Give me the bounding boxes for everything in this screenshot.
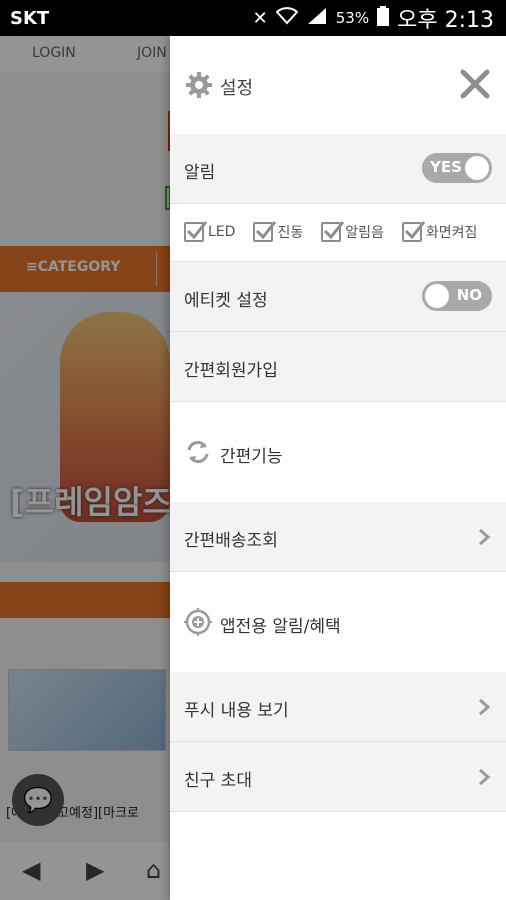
simple-features-title: 간편기능 xyxy=(220,447,283,467)
notification-row: 알림 YES xyxy=(170,134,506,204)
battery-icon xyxy=(377,5,390,31)
shipping-lookup-label: 간편배송조회 xyxy=(184,531,278,551)
sound-checkbox[interactable]: 알림음 xyxy=(321,221,384,242)
view-push-row[interactable]: 푸시 내용 보기 xyxy=(170,672,506,742)
checkbox-icon xyxy=(253,221,277,242)
signal-icon xyxy=(306,7,328,30)
status-bar: SKT ✕ 53% 오후 2:13 xyxy=(0,0,506,36)
toggle-knob xyxy=(465,156,489,180)
vibration-label: 진동 xyxy=(277,225,304,241)
drawer-header: 설정 xyxy=(170,36,506,134)
simple-signup-label: 간편회원가입 xyxy=(184,361,278,381)
battery-percent: 53% xyxy=(335,9,370,27)
led-label: LED xyxy=(208,224,236,240)
app-alerts-header: 앱전용 알림/혜택 xyxy=(170,572,506,672)
led-checkbox[interactable]: LED xyxy=(184,221,236,242)
simple-signup-row[interactable]: 간편회원가입 xyxy=(170,332,506,402)
checkbox-icon xyxy=(321,221,345,242)
gear-icon xyxy=(184,70,214,100)
invite-friends-label: 친구 초대 xyxy=(184,771,252,791)
target-plus-icon xyxy=(184,608,212,636)
toggle-yes-text: YES xyxy=(430,158,462,176)
notification-label: 알림 xyxy=(184,163,216,183)
shipping-lookup-row[interactable]: 간편배송조회 xyxy=(170,502,506,572)
mute-icon: ✕ xyxy=(252,7,268,29)
checkbox-icon xyxy=(184,221,208,242)
etiquette-toggle[interactable]: NO xyxy=(422,281,492,311)
notification-options-row: LED 진동 알림음 화면켜짐 xyxy=(170,204,506,262)
checkbox-icon xyxy=(401,221,426,242)
sound-label: 알림음 xyxy=(345,225,384,241)
status-icons: ✕ 53% 오후 2:13 xyxy=(252,4,494,33)
clock: 오후 2:13 xyxy=(397,8,494,33)
chevron-right-icon xyxy=(478,528,491,546)
app-alerts-title: 앱전용 알림/혜택 xyxy=(220,617,341,637)
chevron-right-icon xyxy=(478,698,491,716)
toggle-knob xyxy=(425,284,449,308)
toggle-no-text: NO xyxy=(456,286,482,304)
etiquette-row: 에티켓 설정 NO xyxy=(170,262,506,332)
carrier-label: SKT xyxy=(10,8,50,29)
settings-drawer: 설정 알림 YES LED 진동 알림음 화면켜짐 에티켓 설정 NO 간편회원… xyxy=(170,36,506,900)
etiquette-label: 에티켓 설정 xyxy=(184,291,268,311)
chevron-right-icon xyxy=(478,768,491,786)
simple-features-header: 간편기능 xyxy=(170,402,506,502)
screen-on-checkbox[interactable]: 화면켜짐 xyxy=(401,221,478,242)
drawer-title: 설정 xyxy=(220,78,254,99)
vibration-checkbox[interactable]: 진동 xyxy=(253,221,304,242)
notification-toggle[interactable]: YES xyxy=(422,153,492,183)
screen-on-label: 화면켜짐 xyxy=(425,225,478,241)
invite-friends-row[interactable]: 친구 초대 xyxy=(170,742,506,812)
close-icon[interactable] xyxy=(458,67,492,101)
view-push-label: 푸시 내용 보기 xyxy=(184,701,289,721)
wifi-icon xyxy=(275,6,299,30)
refresh-icon xyxy=(184,438,212,466)
